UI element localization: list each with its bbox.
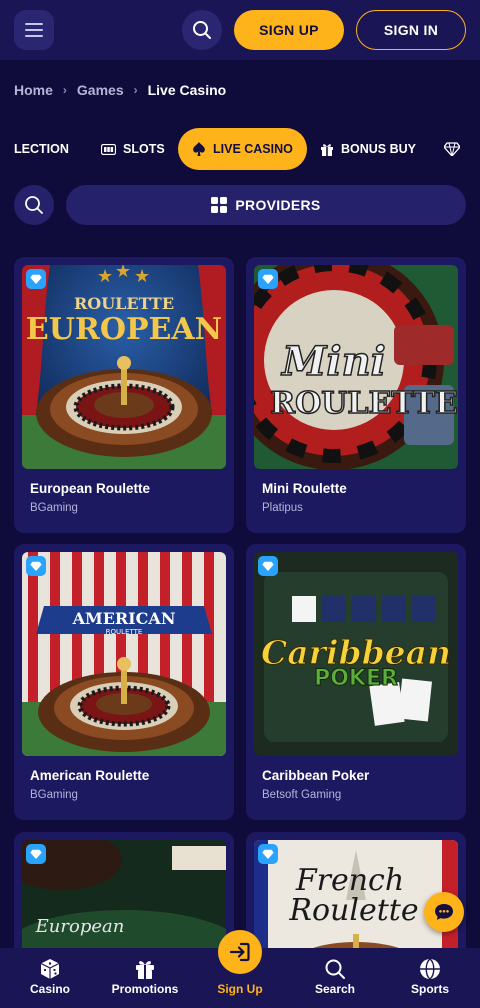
art-line-2: POKER — [314, 666, 398, 691]
game-provider: Betsoft Gaming — [262, 789, 342, 801]
providers-label: PROVIDERS — [235, 197, 321, 213]
game-title: American Roulette — [30, 768, 150, 783]
live-badge — [258, 556, 278, 576]
nav-label: Search — [314, 982, 356, 996]
game-thumbnail[interactable]: Mini ROULETTE — [254, 265, 458, 469]
breadcrumb: Home › Games › Live Casino — [14, 80, 226, 100]
game-title: Caribbean Poker — [262, 768, 370, 783]
nav-sports[interactable]: Sports — [382, 948, 478, 1008]
game-provider: Platipus — [262, 502, 303, 514]
tab-label: LECTION — [14, 142, 69, 156]
european-roulette-art: ★ ★ ★ ROULETTE EUROPEAN — [22, 265, 226, 469]
tab-collection[interactable]: LECTION — [14, 128, 69, 170]
tab-slots[interactable]: SLOTS — [101, 128, 165, 170]
nav-label: Sports — [410, 982, 449, 996]
providers-button[interactable]: PROVIDERS — [66, 185, 466, 225]
european-blackjack-art: European — [22, 840, 226, 962]
game-card-mini-roulette[interactable]: Mini ROULETTE Mini Roulette Platipus — [246, 257, 466, 533]
grid-icon — [211, 197, 228, 213]
nav-label: Promotions — [111, 982, 179, 996]
sign-in-button[interactable]: SIGN IN — [356, 10, 466, 50]
diamond-icon — [444, 142, 460, 156]
chat-button[interactable] — [424, 892, 464, 932]
tab-label: BONUS BUY — [341, 142, 417, 156]
art-line-2: Roulette — [288, 893, 418, 928]
game-title: Mini Roulette — [262, 481, 347, 496]
game-thumbnail[interactable]: ★ ★ ★ ROULETTE EUROPEAN — [22, 265, 226, 469]
game-thumbnail[interactable]: AMERICAN ROULETTE — [22, 552, 226, 756]
svg-text:★: ★ — [134, 266, 150, 287]
svg-text:★: ★ — [97, 266, 113, 287]
chevron-right-icon: › — [62, 83, 67, 97]
tab-label: LIVE CASINO — [213, 142, 293, 156]
tab-bonus-buy[interactable]: BONUS BUY — [320, 128, 416, 170]
hamburger-icon — [25, 23, 43, 37]
gift-icon — [321, 144, 333, 156]
live-badge — [26, 844, 46, 864]
game-title: European Roulette — [30, 481, 151, 496]
gift-icon — [136, 961, 154, 979]
art-line-1: Mini — [280, 338, 386, 385]
live-badge — [26, 269, 46, 289]
games-search-button[interactable] — [14, 185, 54, 225]
menu-button[interactable] — [14, 10, 54, 50]
game-provider: BGaming — [30, 789, 78, 801]
breadcrumb-home[interactable]: Home — [14, 82, 53, 98]
chat-icon — [435, 904, 453, 920]
art-line-2: EUROPEAN — [26, 312, 222, 347]
spade-icon — [193, 142, 205, 156]
chevron-right-icon: › — [133, 83, 138, 97]
nav-promotions[interactable]: Promotions — [97, 948, 193, 1008]
game-card-caribbean-poker[interactable]: Caribbean POKER Caribbean Poker Betsoft … — [246, 544, 466, 820]
top-header: SIGN UP SIGN IN — [0, 0, 480, 60]
diamond-icon — [262, 274, 274, 284]
slots-icon — [101, 143, 116, 155]
caribbean-poker-art: Caribbean POKER — [254, 552, 458, 756]
game-card-american-roulette[interactable]: AMERICAN ROULETTE American Roulette BGam… — [14, 544, 234, 820]
live-badge — [258, 269, 278, 289]
search-icon — [25, 196, 43, 214]
nav-search[interactable]: Search — [287, 948, 383, 1008]
art-line-1: ROULETTE — [74, 294, 174, 313]
live-badge — [258, 844, 278, 864]
svg-text:★: ★ — [115, 265, 131, 282]
game-provider: BGaming — [30, 502, 78, 514]
tab-live-casino[interactable]: LIVE CASINO — [178, 128, 307, 170]
nav-casino[interactable]: Casino — [2, 948, 98, 1008]
breadcrumb-games[interactable]: Games — [77, 82, 124, 98]
nav-label: Sign Up — [217, 982, 263, 996]
diamond-icon — [262, 561, 274, 571]
sign-in-arrow-icon — [229, 942, 250, 962]
diamond-icon — [30, 849, 42, 859]
art-line-2: ROULETTE — [106, 628, 143, 636]
game-card-european-roulette[interactable]: ★ ★ ★ ROULETTE EUROPEAN European Roulett… — [14, 257, 234, 533]
game-thumbnail[interactable]: Caribbean POKER — [254, 552, 458, 756]
dice-icon — [40, 959, 60, 979]
breadcrumb-live-casino: Live Casino — [147, 82, 227, 98]
art-line-1: European — [35, 916, 125, 937]
diamond-icon — [30, 274, 42, 284]
mini-roulette-art: Mini ROULETTE — [254, 265, 458, 469]
nav-label: Casino — [29, 982, 70, 996]
sign-up-button[interactable]: SIGN UP — [234, 10, 344, 50]
category-tabs: LECTION SLOTS LIVE CASINO BONUS BUY — [0, 128, 480, 170]
art-line-2: ROULETTE — [270, 386, 458, 421]
search-icon — [325, 959, 345, 979]
art-line-1: AMERICAN — [72, 609, 176, 628]
live-badge — [26, 556, 46, 576]
diamond-icon — [30, 561, 42, 571]
game-card-european-blackjack[interactable]: European — [14, 832, 234, 962]
game-thumbnail[interactable]: European — [22, 840, 226, 962]
search-icon — [193, 21, 211, 39]
american-roulette-art: AMERICAN ROULETTE — [22, 552, 226, 756]
diamond-icon — [262, 849, 274, 859]
tab-label: SLOTS — [123, 142, 165, 156]
sign-up-fab[interactable] — [218, 930, 262, 974]
header-search-button[interactable] — [182, 10, 222, 50]
ball-icon — [420, 958, 440, 980]
tab-diamond[interactable] — [444, 128, 460, 170]
